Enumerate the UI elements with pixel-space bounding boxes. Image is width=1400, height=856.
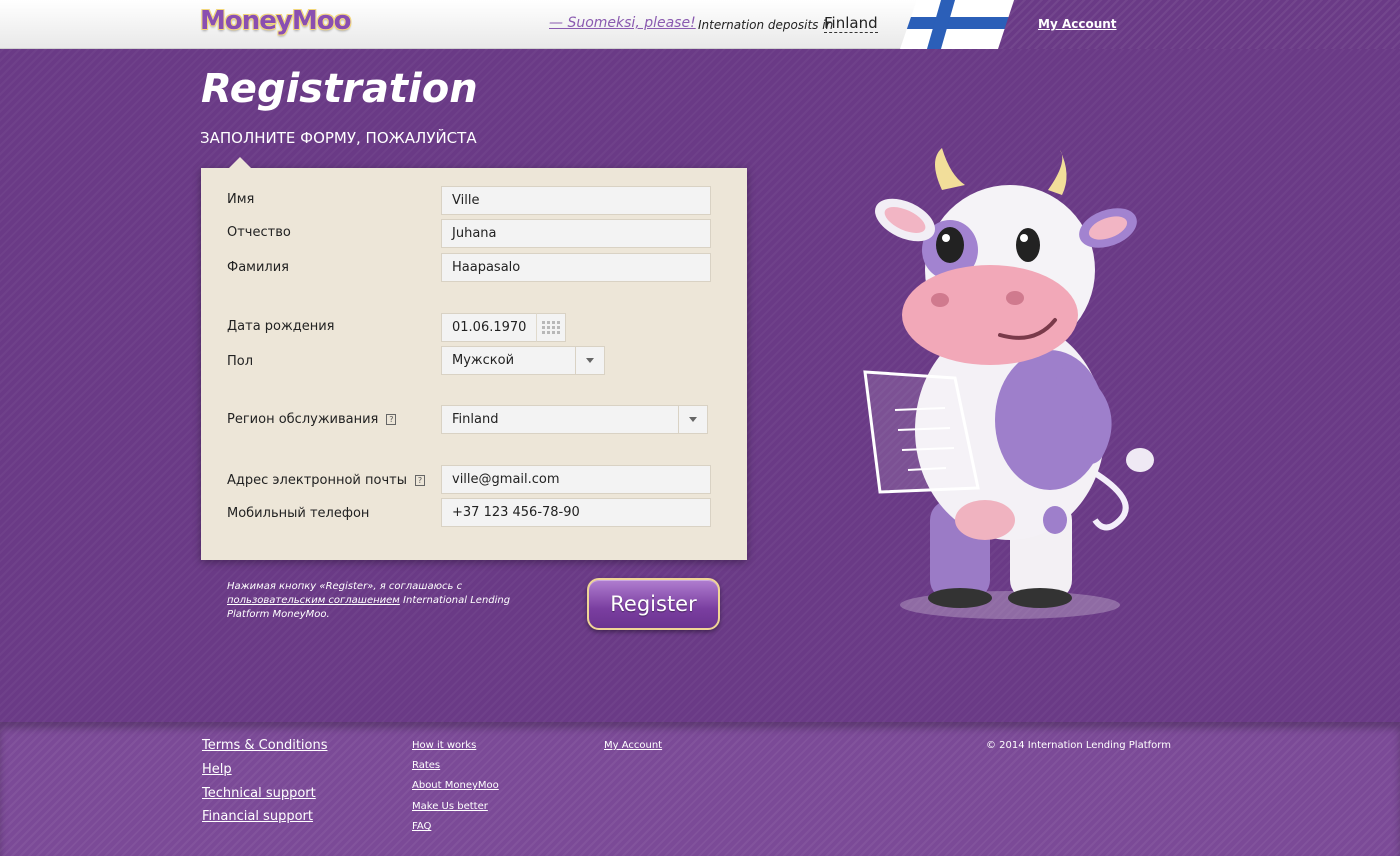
- patronymic-input[interactable]: Juhana: [441, 219, 711, 248]
- copyright-text: © 2014 Internation Lending Platform: [986, 740, 1171, 751]
- email-input[interactable]: ville@gmail.com: [441, 465, 711, 494]
- email-label: Адрес электронной почты?: [227, 473, 425, 488]
- region-label: Регион обслуживания?: [227, 412, 397, 427]
- region-value: Finland: [452, 412, 499, 427]
- footer-about-link[interactable]: About MoneyMoo: [412, 780, 499, 791]
- agreement-text: Нажимая кнопку «Register», я соглашаюсь …: [227, 580, 517, 622]
- footer-help-link[interactable]: Help: [202, 762, 232, 777]
- page-title: Registration: [201, 66, 478, 112]
- moneymoo-logo[interactable]: MoneyMoo: [200, 6, 351, 36]
- header: MoneyMoo — Suomeksi, please! Internation…: [0, 0, 1400, 49]
- language-switch-link[interactable]: — Suomeksi, please!: [549, 15, 696, 31]
- user-agreement-link[interactable]: пользовательским соглашением: [227, 595, 400, 606]
- country-selector[interactable]: Finland: [824, 15, 878, 33]
- gender-select[interactable]: Мужской: [441, 346, 605, 375]
- register-button[interactable]: Register: [587, 578, 720, 630]
- last-name-label: Фамилия: [227, 260, 289, 275]
- agreement-prefix: Нажимая кнопку «Register», я соглашаюсь …: [227, 581, 463, 592]
- first-name-label: Имя: [227, 192, 255, 207]
- calendar-icon[interactable]: [536, 313, 566, 342]
- phone-label: Мобильный телефон: [227, 506, 370, 521]
- phone-input[interactable]: +37 123 456-78-90: [441, 498, 711, 527]
- region-label-text: Регион обслуживания: [227, 412, 379, 427]
- birth-date-label: Дата рождения: [227, 319, 335, 334]
- email-label-text: Адрес электронной почты: [227, 473, 407, 488]
- gender-label: Пол: [227, 354, 254, 369]
- help-icon[interactable]: ?: [386, 414, 397, 425]
- chevron-down-icon[interactable]: [575, 347, 604, 374]
- last-name-input[interactable]: Haapasalo: [441, 253, 711, 282]
- cow-mascot-illustration: [863, 148, 1154, 619]
- footer-faq-link[interactable]: FAQ: [412, 821, 431, 832]
- first-name-input[interactable]: Ville: [441, 186, 711, 215]
- footer-make-us-better-link[interactable]: Make Us better: [412, 801, 488, 812]
- region-select[interactable]: Finland: [441, 405, 708, 434]
- gender-value: Мужской: [452, 353, 515, 368]
- footer: Terms & Conditions Help Technical suppor…: [0, 722, 1400, 856]
- footer-my-account-link[interactable]: My Account: [604, 740, 662, 751]
- page-subtitle: ЗАПОЛНИТЕ ФОРМУ, ПОЖАЛУЙСТА: [200, 129, 477, 147]
- chevron-down-icon[interactable]: [678, 406, 707, 433]
- patronymic-label: Отчество: [227, 225, 291, 240]
- footer-financial-support-link[interactable]: Financial support: [202, 809, 313, 824]
- help-icon[interactable]: ?: [415, 475, 425, 486]
- footer-rates-link[interactable]: Rates: [412, 760, 440, 771]
- footer-how-it-works-link[interactable]: How it works: [412, 740, 476, 751]
- footer-terms-link[interactable]: Terms & Conditions: [202, 738, 328, 753]
- footer-technical-support-link[interactable]: Technical support: [202, 786, 316, 801]
- my-account-link[interactable]: My Account: [1038, 17, 1117, 31]
- deposits-label: Internation deposits in: [698, 18, 834, 32]
- birth-date-input[interactable]: 01.06.1970: [441, 313, 537, 342]
